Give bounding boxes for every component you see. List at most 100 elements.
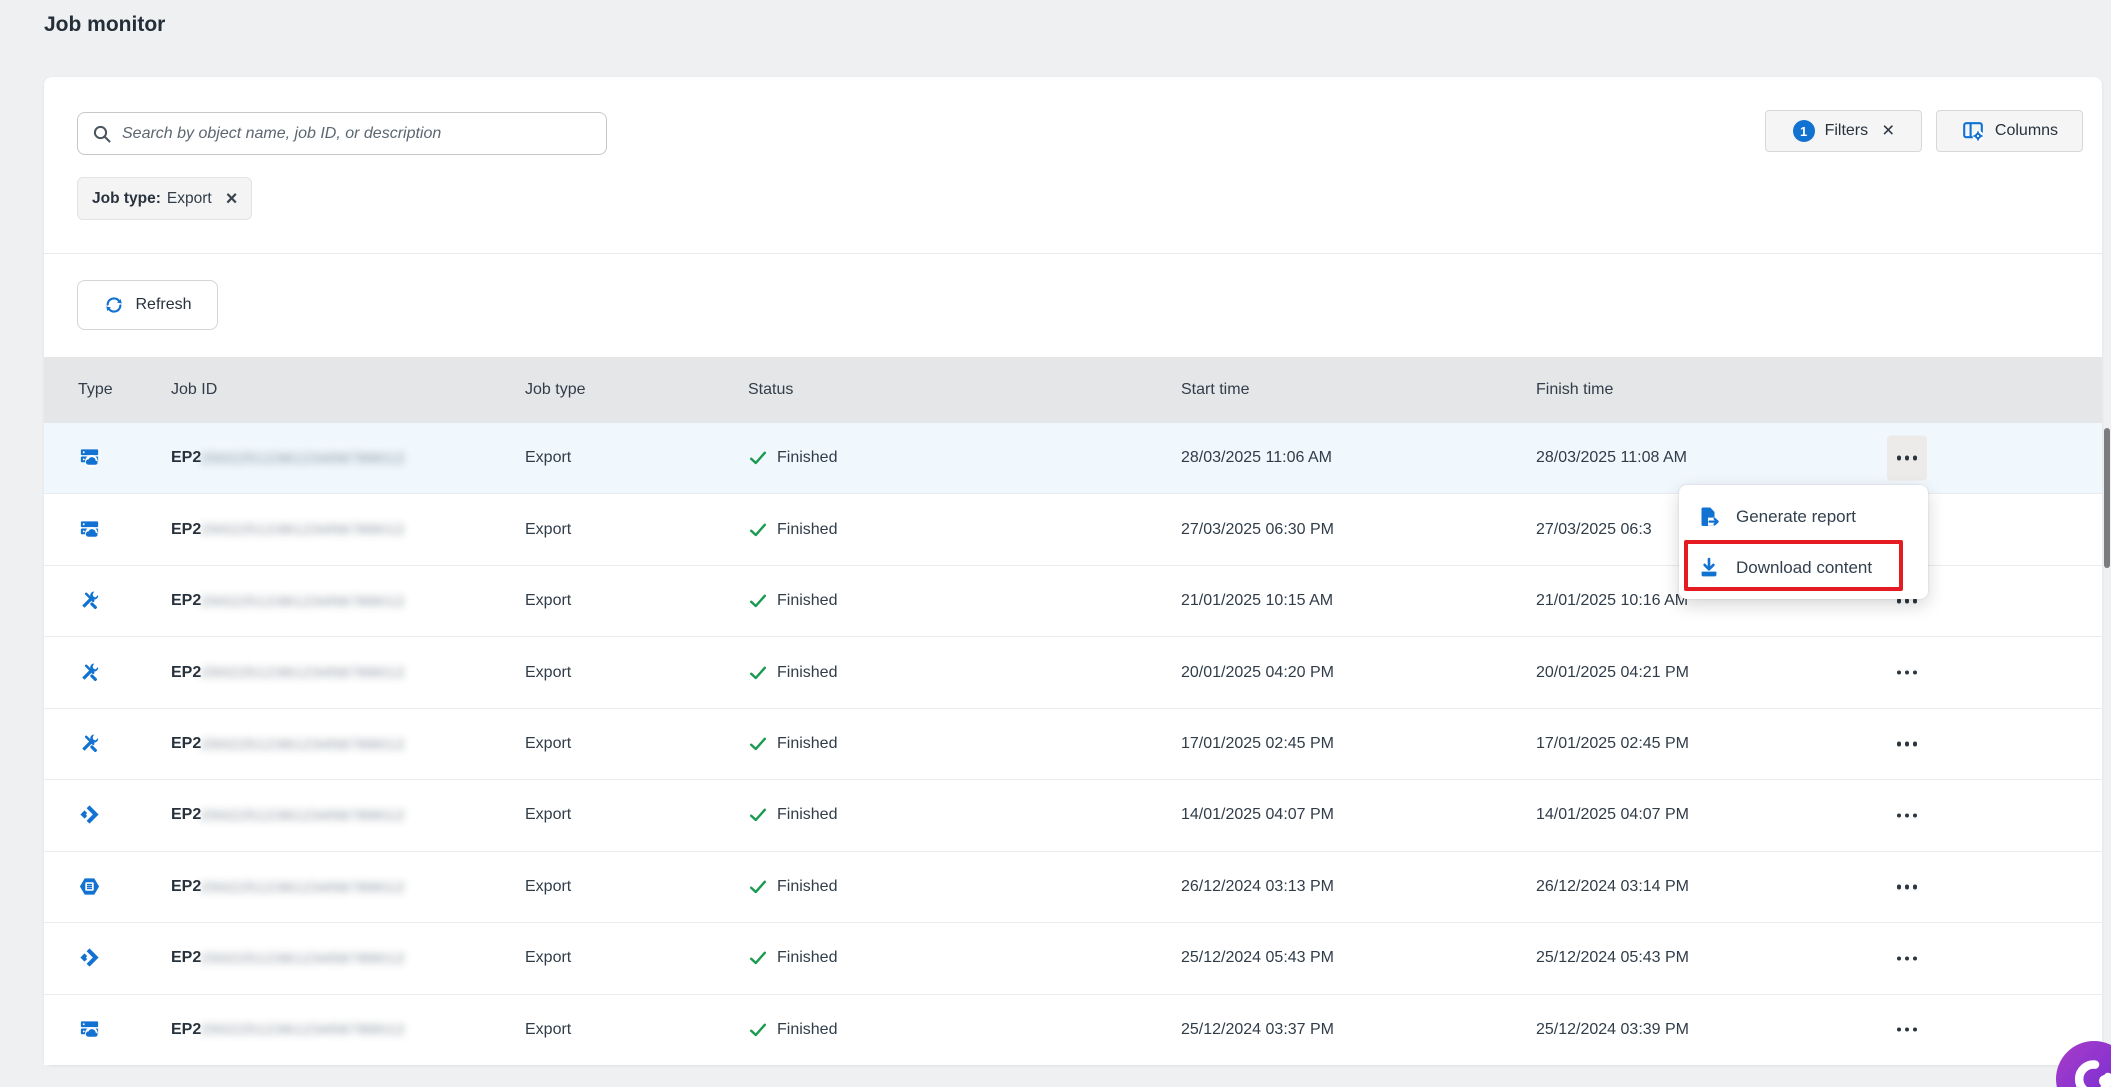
row-actions-button[interactable] — [1887, 864, 1927, 909]
tools-icon — [78, 589, 102, 613]
filters-count-badge: 1 — [1793, 120, 1815, 142]
job-type-cell: Export — [525, 449, 571, 467]
status-cell: Finished — [748, 877, 837, 897]
finish-time-cell: 21/01/2025 10:16 AM — [1536, 592, 1688, 610]
column-header-start-time: Start time — [1181, 381, 1249, 399]
server-cloud-icon — [78, 446, 102, 470]
refresh-button[interactable]: Refresh — [77, 280, 218, 330]
filter-chip-value: Export — [167, 190, 212, 208]
finished-check-icon — [748, 663, 768, 683]
job-id-cell: EP22502251236123456789012 — [171, 521, 406, 539]
hexagon-doc-icon — [78, 875, 102, 899]
start-time-cell: 20/01/2025 04:20 PM — [1181, 664, 1334, 682]
filter-chip-label: Job type: — [92, 190, 161, 208]
table-row[interactable]: EP22502251236123456789012 Export Finished 1… — [44, 780, 2102, 851]
finish-time-cell: 28/03/2025 11:08 AM — [1536, 449, 1687, 467]
search-field-wrap — [77, 112, 607, 155]
job-id-cell: EP22502251236123456789012 — [171, 878, 406, 896]
page-title: Job monitor — [44, 13, 165, 37]
job-monitor-card: Job type: Export × 1 Filters × Columns — [44, 77, 2102, 1065]
finish-time-cell: 25/12/2024 03:39 PM — [1536, 1021, 1689, 1039]
redacted-job-id: 2502251236123456789012 — [201, 879, 405, 895]
status-cell: Finished — [748, 805, 837, 825]
filters-button[interactable]: 1 Filters × — [1765, 110, 1922, 152]
chat-widget-icon — [2056, 1041, 2111, 1087]
job-id-cell: EP22502251236123456789012 — [171, 664, 406, 682]
job-type-cell: Export — [525, 592, 571, 610]
section-divider — [44, 253, 2102, 254]
vertical-scrollbar-thumb[interactable] — [2104, 428, 2110, 568]
column-header-finish-time: Finish time — [1536, 381, 1613, 399]
filter-chip-job-type[interactable]: Job type: Export × — [77, 177, 252, 220]
finish-time-cell: 26/12/2024 03:14 PM — [1536, 878, 1689, 896]
table-row[interactable]: EP22502251236123456789012 Export Finished 2… — [44, 637, 2102, 708]
refresh-icon — [103, 294, 125, 316]
status-cell: Finished — [748, 520, 837, 540]
redacted-job-id: 2502251236123456789012 — [201, 593, 405, 609]
finish-time-cell: 17/01/2025 02:45 PM — [1536, 735, 1689, 753]
row-actions-button[interactable] — [1887, 650, 1927, 695]
table-row[interactable]: EP22502251236123456789012ExportFinished2… — [44, 423, 2102, 494]
start-time-cell: 28/03/2025 11:06 AM — [1181, 449, 1332, 467]
filters-button-label: Filters — [1825, 122, 1869, 140]
start-time-cell: 14/01/2025 04:07 PM — [1181, 806, 1334, 824]
diamond-icon — [78, 946, 102, 970]
finish-time-cell: 27/03/2025 06:3 — [1536, 521, 1652, 539]
status-cell: Finished — [748, 734, 837, 754]
column-header-type: Type — [78, 381, 113, 399]
finished-check-icon — [748, 1020, 768, 1040]
menu-item-label: Download content — [1736, 558, 1872, 578]
redacted-job-id: 2502251236123456789012 — [201, 664, 405, 680]
columns-settings-icon — [1961, 119, 1985, 143]
finish-time-cell: 25/12/2024 05:43 PM — [1536, 949, 1689, 967]
redacted-job-id: 2502251236123456789012 — [201, 521, 405, 537]
start-time-cell: 17/01/2025 02:45 PM — [1181, 735, 1334, 753]
table-row[interactable]: EP22502251236123456789012 Export Finished 2… — [44, 852, 2102, 923]
finish-time-cell: 14/01/2025 04:07 PM — [1536, 806, 1689, 824]
menu-item-generate-report[interactable]: Generate report — [1679, 491, 1928, 542]
tools-icon — [78, 661, 102, 685]
job-type-cell: Export — [525, 1021, 571, 1039]
job-id-cell: EP22502251236123456789012 — [171, 592, 406, 610]
server-cloud-icon — [78, 1018, 102, 1042]
status-cell: Finished — [748, 448, 837, 468]
status-cell: Finished — [748, 591, 837, 611]
columns-button[interactable]: Columns — [1936, 110, 2083, 152]
job-type-cell: Export — [525, 664, 571, 682]
chat-widget-button[interactable] — [2056, 1041, 2111, 1087]
menu-item-download-content[interactable]: Download content — [1679, 542, 1928, 593]
start-time-cell: 26/12/2024 03:13 PM — [1181, 878, 1334, 896]
status-cell: Finished — [748, 1020, 837, 1040]
finish-time-cell: 20/01/2025 04:21 PM — [1536, 664, 1689, 682]
job-type-cell: Export — [525, 806, 571, 824]
job-id-cell: EP22502251236123456789012 — [171, 806, 406, 824]
table-header: Type Job ID Job type Status Start time F… — [44, 357, 2102, 423]
table-row[interactable]: EP22502251236123456789012ExportFinished2… — [44, 923, 2102, 994]
row-actions-button[interactable] — [1887, 436, 1927, 481]
server-cloud-icon — [78, 518, 102, 542]
context-menu: Generate report Download content — [1679, 485, 1928, 599]
job-id-cell: EP22502251236123456789012 — [171, 949, 406, 967]
table-row[interactable]: EP22502251236123456789012ExportFinished2… — [44, 995, 2102, 1065]
columns-button-label: Columns — [1995, 122, 2058, 140]
job-type-cell: Export — [525, 521, 571, 539]
row-actions-button[interactable] — [1887, 793, 1927, 838]
filters-clear-icon[interactable]: × — [1882, 119, 1894, 143]
start-time-cell: 25/12/2024 05:43 PM — [1181, 949, 1334, 967]
start-time-cell: 21/01/2025 10:15 AM — [1181, 592, 1333, 610]
finished-check-icon — [748, 591, 768, 611]
finished-check-icon — [748, 448, 768, 468]
finished-check-icon — [748, 520, 768, 540]
status-cell: Finished — [748, 663, 837, 683]
search-input[interactable] — [77, 112, 607, 155]
row-actions-button[interactable] — [1887, 1007, 1927, 1052]
job-type-cell: Export — [525, 878, 571, 896]
redacted-job-id: 2502251236123456789012 — [201, 807, 405, 823]
menu-item-label: Generate report — [1736, 507, 1856, 527]
table-row[interactable]: EP22502251236123456789012ExportFinished1… — [44, 709, 2102, 780]
row-actions-button[interactable] — [1887, 936, 1927, 981]
generate-report-icon — [1697, 505, 1721, 529]
finished-check-icon — [748, 805, 768, 825]
row-actions-button[interactable] — [1887, 721, 1927, 766]
filter-chip-remove-icon[interactable]: × — [226, 189, 238, 209]
